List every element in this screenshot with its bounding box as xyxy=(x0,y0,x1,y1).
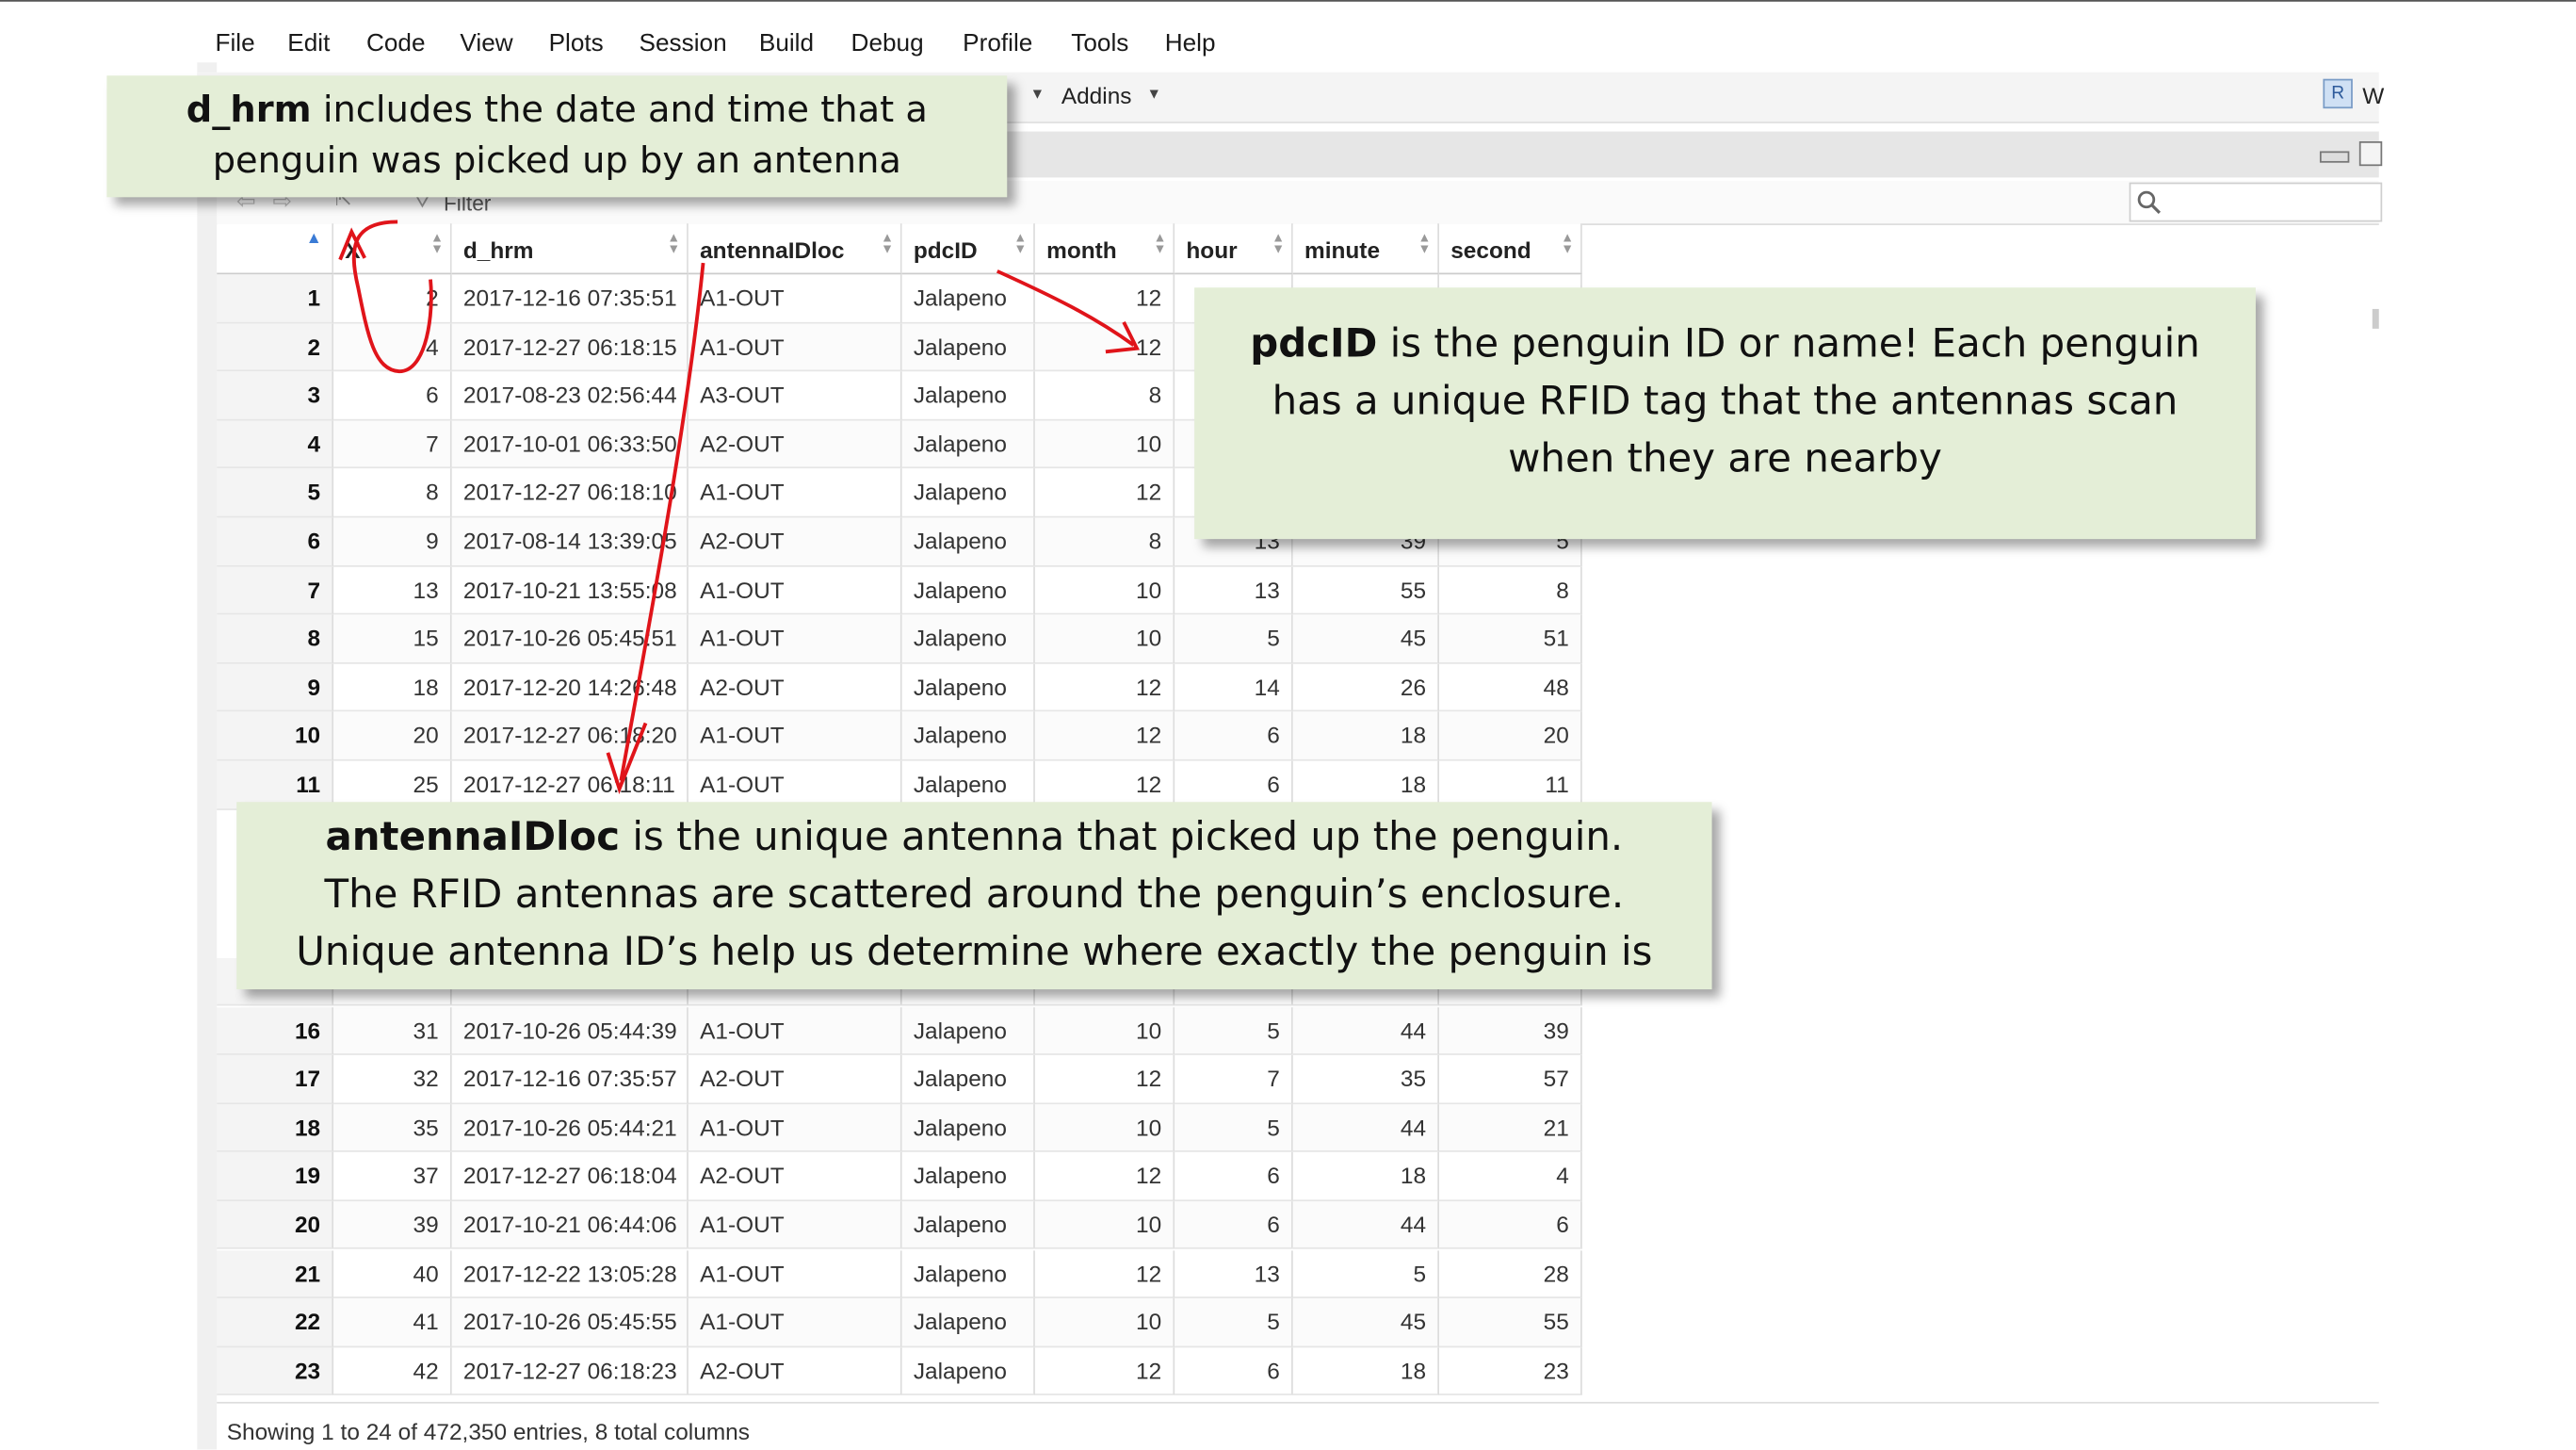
arrow-antenna xyxy=(619,262,705,781)
arrow-pdcid xyxy=(996,269,1135,347)
annotation-arrows xyxy=(338,220,1141,794)
arrow-dhrm xyxy=(351,220,433,374)
